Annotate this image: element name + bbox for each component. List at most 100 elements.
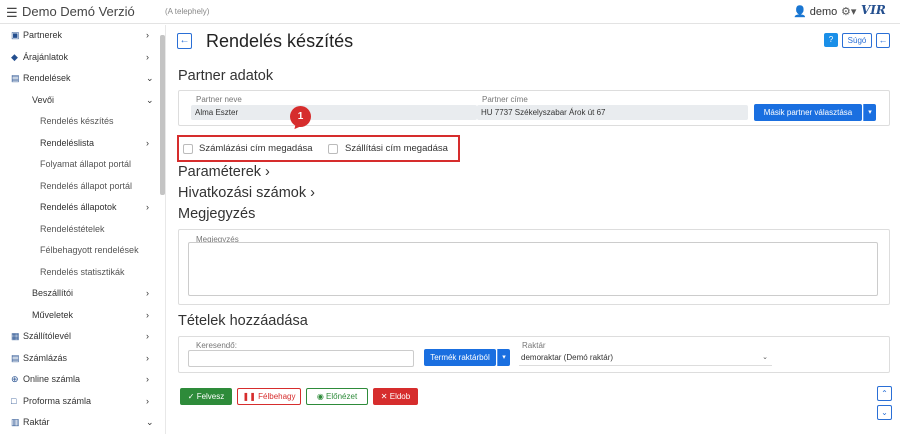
notes-section-title: Megjegyzés: [178, 206, 256, 222]
billing-address-checkbox[interactable]: [183, 144, 193, 154]
sidebar-item-felbehagyott-rendelesek[interactable]: Félbehagyott rendelések: [0, 240, 165, 262]
chevron-right-icon: ›: [146, 202, 149, 212]
chevron-right-icon: ›: [310, 185, 315, 201]
back-button[interactable]: ←: [177, 33, 192, 49]
close-icon: ✕: [380, 392, 388, 401]
question-icon: ?: [828, 35, 834, 44]
sidebar-item-proforma-szamla[interactable]: □ Proforma számla ›: [0, 391, 165, 413]
main-content: ← Rendelés készítés ? Súgó ← Partner ada…: [166, 25, 900, 434]
partner-section-title: Partner adatok: [178, 68, 274, 84]
chevron-down-icon: ⌄: [881, 408, 888, 417]
page-title: Rendelés készítés: [206, 31, 354, 51]
partner-icon: ▣: [11, 30, 20, 40]
shipping-address-label[interactable]: Szállítási cím megadása: [345, 143, 448, 154]
scroll-up-button[interactable]: ⌃: [877, 386, 892, 401]
app-subtitle: (A telephely): [165, 7, 210, 16]
chevron-right-icon: ›: [146, 51, 149, 62]
sidebar-item-vevoi[interactable]: Vevői ⌄: [0, 90, 165, 112]
caret-down-icon: ▾: [868, 109, 872, 116]
search-input[interactable]: [188, 350, 414, 367]
address-checkbox-highlight: Számlázási cím megadása Szállítási cím m…: [177, 135, 460, 162]
chevron-down-icon: ⌄: [146, 417, 154, 427]
references-section[interactable]: Hivatkozási számok ›: [178, 185, 315, 201]
other-partner-dropdown[interactable]: ▾: [863, 104, 876, 121]
chevron-right-icon: ›: [146, 30, 149, 40]
sidebar-item-rendelestetelek[interactable]: Rendeléstételek: [0, 219, 165, 241]
sidebar-item-rendeles-allapotok[interactable]: Rendelés állapotok ›: [0, 197, 165, 219]
arrow-left-icon: ←: [179, 35, 190, 46]
user-menu[interactable]: 👤 demo: [793, 5, 837, 18]
chevron-down-icon: ⌄: [146, 94, 154, 105]
chevron-right-icon: ›: [146, 137, 149, 148]
user-icon: 👤: [793, 6, 807, 18]
items-section-title: Tételek hozzáadása: [178, 313, 308, 329]
warehouse-select[interactable]: demoraktar (Demó raktár) ⌄: [519, 349, 772, 366]
shipping-address-checkbox[interactable]: [328, 144, 338, 154]
hamburger-icon[interactable]: ☰: [6, 5, 18, 21]
sidebar-item-raktar[interactable]: ▥ Raktár ⌄: [0, 412, 165, 434]
quote-icon: ◆: [11, 51, 18, 62]
caret-down-icon: ▾: [502, 354, 506, 361]
parameters-section[interactable]: Paraméterek ›: [178, 164, 270, 180]
settings-gear-icon[interactable]: ⚙▾: [841, 5, 856, 18]
product-from-warehouse-button[interactable]: Termék raktárból: [424, 349, 496, 366]
sidebar-item-beszallitoi[interactable]: Beszállítói ›: [0, 283, 165, 305]
partner-address-label: Partner címe: [482, 95, 528, 104]
sidebar-item-rendeles-allapot-portal[interactable]: Rendelés állapot portál: [0, 176, 165, 198]
order-icon: ▤: [11, 73, 20, 83]
pause-icon: ❚❚: [242, 392, 256, 401]
sidebar-item-folyamat-allapot-portal[interactable]: Folyamat állapot portál: [0, 154, 165, 176]
notes-textarea[interactable]: [188, 242, 878, 296]
partner-name-label: Partner neve: [196, 95, 242, 104]
help-button[interactable]: Súgó: [842, 33, 872, 48]
top-bar: ☰ Demo Demó Verzió (A telephely) 👤 demo …: [0, 0, 900, 24]
user-name: demo: [809, 6, 838, 18]
sidebar-scrollbar[interactable]: [160, 25, 165, 434]
sidebar-item-partnerek[interactable]: ▣ Partnerek ›: [0, 25, 165, 47]
sidebar-item-rendelesek[interactable]: ▤ Rendelések ⌄: [0, 68, 165, 90]
discard-button[interactable]: ✕ Eldob: [373, 388, 418, 405]
proforma-icon: □: [11, 395, 17, 406]
chevron-up-icon: ⌃: [881, 389, 888, 398]
chevron-right-icon: ›: [265, 164, 270, 180]
delivery-note-icon: ▦: [11, 331, 20, 341]
vir-logo[interactable]: VIR: [861, 3, 886, 17]
other-partner-button[interactable]: Másik partner választása: [754, 104, 862, 121]
globe-icon: ⊕: [11, 374, 19, 384]
chevron-down-icon: ⌄: [762, 354, 768, 361]
partner-address-field[interactable]: HU 7737 Székelyszabar Árok út 67: [477, 105, 748, 120]
callout-badge: 1: [290, 106, 311, 127]
arrow-left-icon: ←: [878, 35, 888, 45]
product-dropdown[interactable]: ▾: [497, 349, 510, 366]
save-button[interactable]: ✓ Felvesz: [180, 388, 232, 405]
sidebar-item-online-szamla[interactable]: ⊕ Online számla ›: [0, 369, 165, 391]
chevron-down-icon: ⌄: [146, 73, 154, 83]
pause-button[interactable]: ❚❚ Félbehagy: [237, 388, 301, 405]
scroll-down-button[interactable]: ⌄: [877, 405, 892, 420]
sidebar-item-rendeleslista[interactable]: Rendeléslista ›: [0, 133, 165, 155]
preview-button[interactable]: ◉ Előnézet: [306, 388, 368, 405]
eye-icon: ◉: [316, 392, 324, 401]
chevron-right-icon: ›: [146, 352, 149, 363]
scrollbar-thumb[interactable]: [160, 35, 165, 195]
sidebar-item-muveletek[interactable]: Műveletek ›: [0, 305, 165, 327]
help-icon-button[interactable]: ?: [824, 33, 838, 47]
search-label: Keresendő:: [196, 341, 237, 350]
chevron-right-icon: ›: [146, 288, 149, 298]
sidebar-item-rendeles-statisztikak[interactable]: Rendelés statisztikák: [0, 262, 165, 284]
chevron-right-icon: ›: [146, 395, 149, 406]
invoice-icon: ▤: [11, 352, 20, 363]
chevron-right-icon: ›: [146, 331, 149, 341]
sidebar-item-szallitolevel[interactable]: ▦ Szállítólevél ›: [0, 326, 165, 348]
sidebar-item-rendeles-keszites[interactable]: Rendelés készítés: [0, 111, 165, 133]
app-title: Demo Demó Verzió: [22, 4, 135, 19]
sidebar: ▣ Partnerek › ◆ Árajánlatok › ▤ Rendelések ⌄ V…: [0, 25, 166, 434]
back-button-right[interactable]: ←: [876, 33, 890, 48]
partner-box: Partner neve Alma Eszter Partner címe HU…: [178, 90, 890, 126]
chevron-right-icon: ›: [146, 374, 149, 384]
billing-address-label[interactable]: Számlázási cím megadása: [199, 143, 313, 154]
sidebar-item-szamlazas[interactable]: ▤ Számlázás ›: [0, 348, 165, 370]
chevron-right-icon: ›: [146, 309, 149, 320]
partner-name-field[interactable]: Alma Eszter: [191, 105, 477, 120]
sidebar-item-arajanlatok[interactable]: ◆ Árajánlatok ›: [0, 47, 165, 69]
